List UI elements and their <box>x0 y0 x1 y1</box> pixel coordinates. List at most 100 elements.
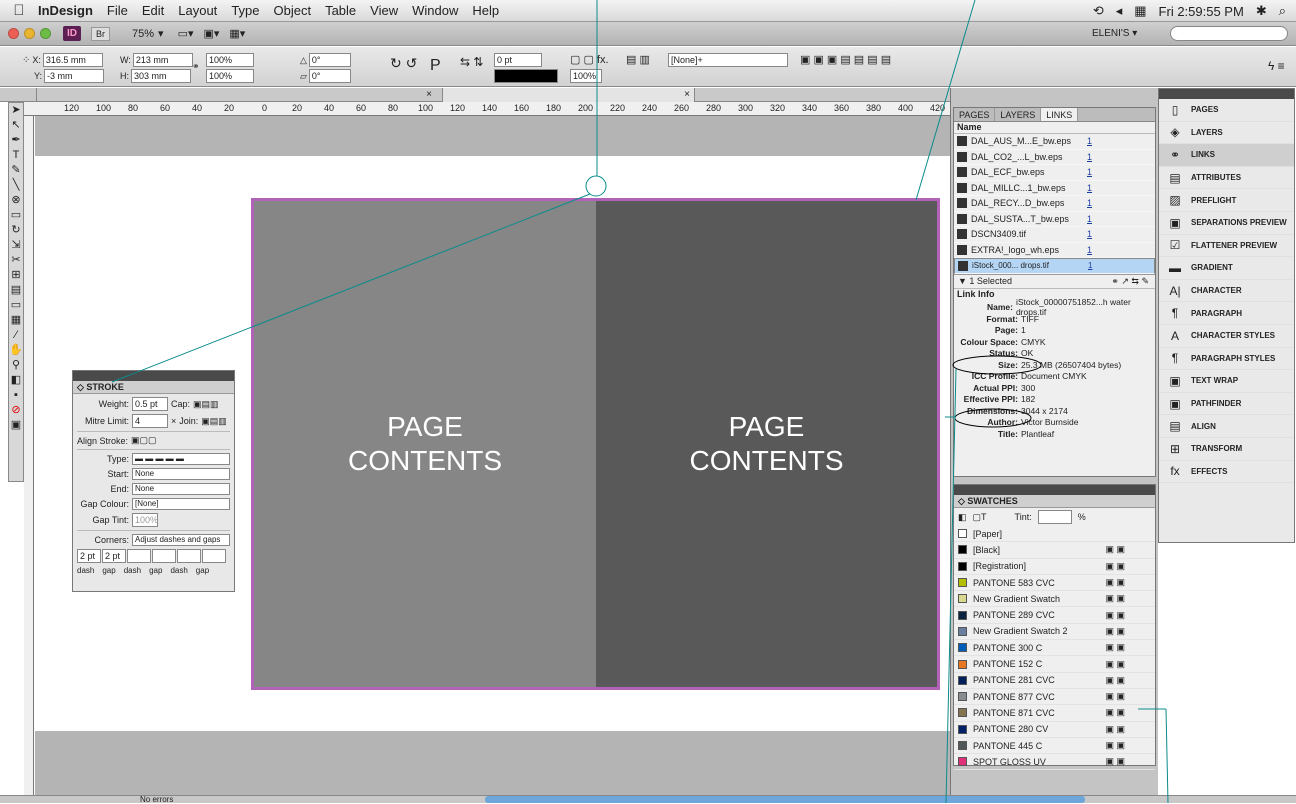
hand-tool-icon[interactable]: ✋ <box>9 343 23 358</box>
dock-item-pages[interactable]: ▯ PAGES <box>1159 99 1294 122</box>
left-page[interactable]: PAGE CONTENTS <box>251 198 596 690</box>
document-tab-3[interactable] <box>694 88 944 102</box>
scale-tool-icon[interactable]: ⇲ <box>11 238 20 253</box>
menu-window[interactable]: Window <box>412 3 458 18</box>
time-machine-icon[interactable]: ⟲ <box>1093 3 1104 19</box>
spotlight-icon[interactable]: ⌕ <box>1279 3 1286 19</box>
gradient-tool-icon[interactable]: ▤ <box>11 283 21 298</box>
zoom-tool-icon[interactable]: ⚲ <box>12 358 20 373</box>
apple-icon[interactable]:  <box>0 2 38 19</box>
stroke-type-field[interactable] <box>494 69 558 83</box>
screen-mode-icon[interactable]: ▣▾ <box>203 27 219 40</box>
dock-header[interactable] <box>1159 89 1294 99</box>
menu-layout[interactable]: Layout <box>178 3 217 18</box>
dock-item-gradient[interactable]: ▬ GRADIENT <box>1159 257 1294 280</box>
text-wrap-icons[interactable]: ▤ ▥ <box>626 53 650 66</box>
dock-item-text-wrap[interactable]: ▣ TEXT WRAP <box>1159 370 1294 393</box>
fx-icon[interactable]: ▢ ▢ fx. <box>570 53 609 66</box>
close-icon[interactable]: × <box>684 88 690 101</box>
link-page[interactable]: 1 <box>1088 261 1092 271</box>
close-icon[interactable]: × <box>426 88 432 101</box>
link-row[interactable]: DAL_RECY...D_bw.eps 1 <box>954 196 1155 212</box>
view-options-icon[interactable]: ▭▾ <box>178 27 194 40</box>
tab-pages[interactable]: PAGES <box>954 108 996 121</box>
menu-file[interactable]: File <box>107 3 128 18</box>
dock-item-character[interactable]: A| CHARACTER <box>1159 280 1294 303</box>
constrain-proportions-icon[interactable]: ⚭ <box>192 61 200 72</box>
horizontal-scrollbar[interactable] <box>485 796 1085 803</box>
dash-1-input[interactable]: 2 pt <box>77 549 101 563</box>
swatch-row[interactable]: PANTONE 871 CVC ▣ ▣ <box>954 705 1155 722</box>
link-row[interactable]: DAL_MILLC...1_bw.eps 1 <box>954 181 1155 196</box>
pen-tool-icon[interactable]: ✒ <box>11 133 20 148</box>
fitting-icons[interactable]: ▣ ▣ ▣ ▤ ▤ ▤ ▤ <box>800 53 891 66</box>
gradient-feather-tool-icon[interactable]: ▭ <box>11 298 21 313</box>
y-field[interactable]: -3 mm <box>44 69 105 83</box>
stroke-weight-input[interactable]: 0.5 pt <box>132 397 168 411</box>
swatch-row[interactable]: PANTONE 280 CV ▣ ▣ <box>954 722 1155 738</box>
rotate-icons[interactable]: ↻ ↺ <box>390 55 417 72</box>
formatting-icon[interactable]: ▪ <box>14 388 18 403</box>
gap-3-input[interactable] <box>202 549 226 563</box>
relink-icons[interactable]: ⚭ ↗ ⇆ ✎ <box>1111 275 1149 288</box>
tint-input[interactable] <box>1037 510 1072 524</box>
link-row[interactable]: DAL_CO2_...L_bw.eps 1 <box>954 150 1155 165</box>
panel-header[interactable] <box>954 485 1155 495</box>
rectangle-tool-icon[interactable]: ▭ <box>11 208 21 223</box>
menu-table[interactable]: Table <box>325 3 356 18</box>
swatch-row[interactable]: PANTONE 300 C ▣ ▣ <box>954 640 1155 657</box>
swatch-row[interactable]: PANTONE 289 CVC ▣ ▣ <box>954 607 1155 624</box>
panel-header[interactable] <box>73 371 234 381</box>
text-color-icon[interactable]: ▢T <box>973 512 987 523</box>
lightning-icon[interactable]: ϟ ≡ <box>1268 59 1285 73</box>
shear-field[interactable]: 0° <box>308 69 351 83</box>
swatch-row[interactable]: PANTONE 152 C ▣ ▣ <box>954 656 1155 673</box>
mitre-limit-input[interactable]: 4 <box>132 414 168 428</box>
dock-item-paragraph[interactable]: ¶ PARAGRAPH <box>1159 302 1294 325</box>
dock-item-effects[interactable]: fx EFFECTS <box>1159 461 1294 484</box>
link-row[interactable]: EXTRA!_logo_wh.eps 1 <box>954 243 1155 258</box>
x-field[interactable]: 316.5 mm <box>42 53 103 67</box>
link-row[interactable]: iStock_000... drops.tif 1 <box>954 258 1155 274</box>
volume-icon[interactable]: ◂ <box>1116 3 1123 19</box>
stroke-weight-field[interactable]: 0 pt <box>494 53 542 67</box>
link-page[interactable]: 1 <box>1087 136 1092 146</box>
corners-select[interactable]: Adjust dashes and gaps <box>132 534 230 546</box>
align-stroke-buttons[interactable]: ▣▢▢ <box>131 435 157 446</box>
swatch-row[interactable]: SPOT GLOSS UV ▣ ▣ <box>954 754 1155 771</box>
minimize-window-button[interactable] <box>24 28 35 39</box>
zoom-level[interactable]: 75% <box>132 28 154 40</box>
gap-tint-input[interactable]: 100% <box>132 513 158 527</box>
close-window-button[interactable] <box>8 28 19 39</box>
reference-point-icon[interactable]: ⁘ <box>22 55 30 66</box>
right-page[interactable]: PAGE CONTENTS <box>596 198 940 690</box>
opacity-field[interactable]: 100% <box>570 69 602 83</box>
dock-item-pathfinder[interactable]: ▣ PATHFINDER <box>1159 393 1294 416</box>
bridge-button[interactable]: Br <box>91 26 110 41</box>
zoom-window-button[interactable] <box>40 28 51 39</box>
menu-object[interactable]: Object <box>274 3 312 18</box>
screen-mode-icon[interactable]: ▣ <box>11 418 21 433</box>
arrange-documents-icon[interactable]: ▦▾ <box>229 27 245 40</box>
dash-3-input[interactable] <box>177 549 201 563</box>
swatch-row[interactable]: New Gradient Swatch 2 ▣ ▣ <box>954 624 1155 641</box>
join-buttons[interactable]: ▣▤▥ <box>201 416 227 427</box>
cap-buttons[interactable]: ▣▤▥ <box>193 399 219 410</box>
chevron-down-icon[interactable]: ▾ <box>158 27 164 40</box>
free-transform-tool-icon[interactable]: ⊞ <box>11 268 20 283</box>
menu-type[interactable]: Type <box>231 3 259 18</box>
height-field[interactable]: 303 mm <box>131 69 191 83</box>
swatch-row[interactable]: PANTONE 877 CVC ▣ ▣ <box>954 689 1155 706</box>
search-input[interactable] <box>1170 26 1288 41</box>
swatch-row[interactable]: New Gradient Swatch ▣ ▣ <box>954 591 1155 608</box>
link-page[interactable]: 1 <box>1087 229 1092 239</box>
dock-item-align[interactable]: ▤ ALIGN <box>1159 415 1294 438</box>
rotate-tool-icon[interactable]: ↻ <box>11 223 20 238</box>
note-tool-icon[interactable]: ▦ <box>11 313 21 328</box>
dock-item-separations-preview[interactable]: ▣ SEPARATIONS PREVIEW <box>1159 212 1294 235</box>
swatch-row[interactable]: PANTONE 445 C ▣ ▣ <box>954 738 1155 755</box>
line-tool-icon[interactable]: ╲ <box>13 178 20 193</box>
dock-item-attributes[interactable]: ▤ ATTRIBUTES <box>1159 167 1294 190</box>
type-tool-icon[interactable]: T <box>13 148 20 163</box>
p-icon[interactable]: P <box>430 57 441 75</box>
